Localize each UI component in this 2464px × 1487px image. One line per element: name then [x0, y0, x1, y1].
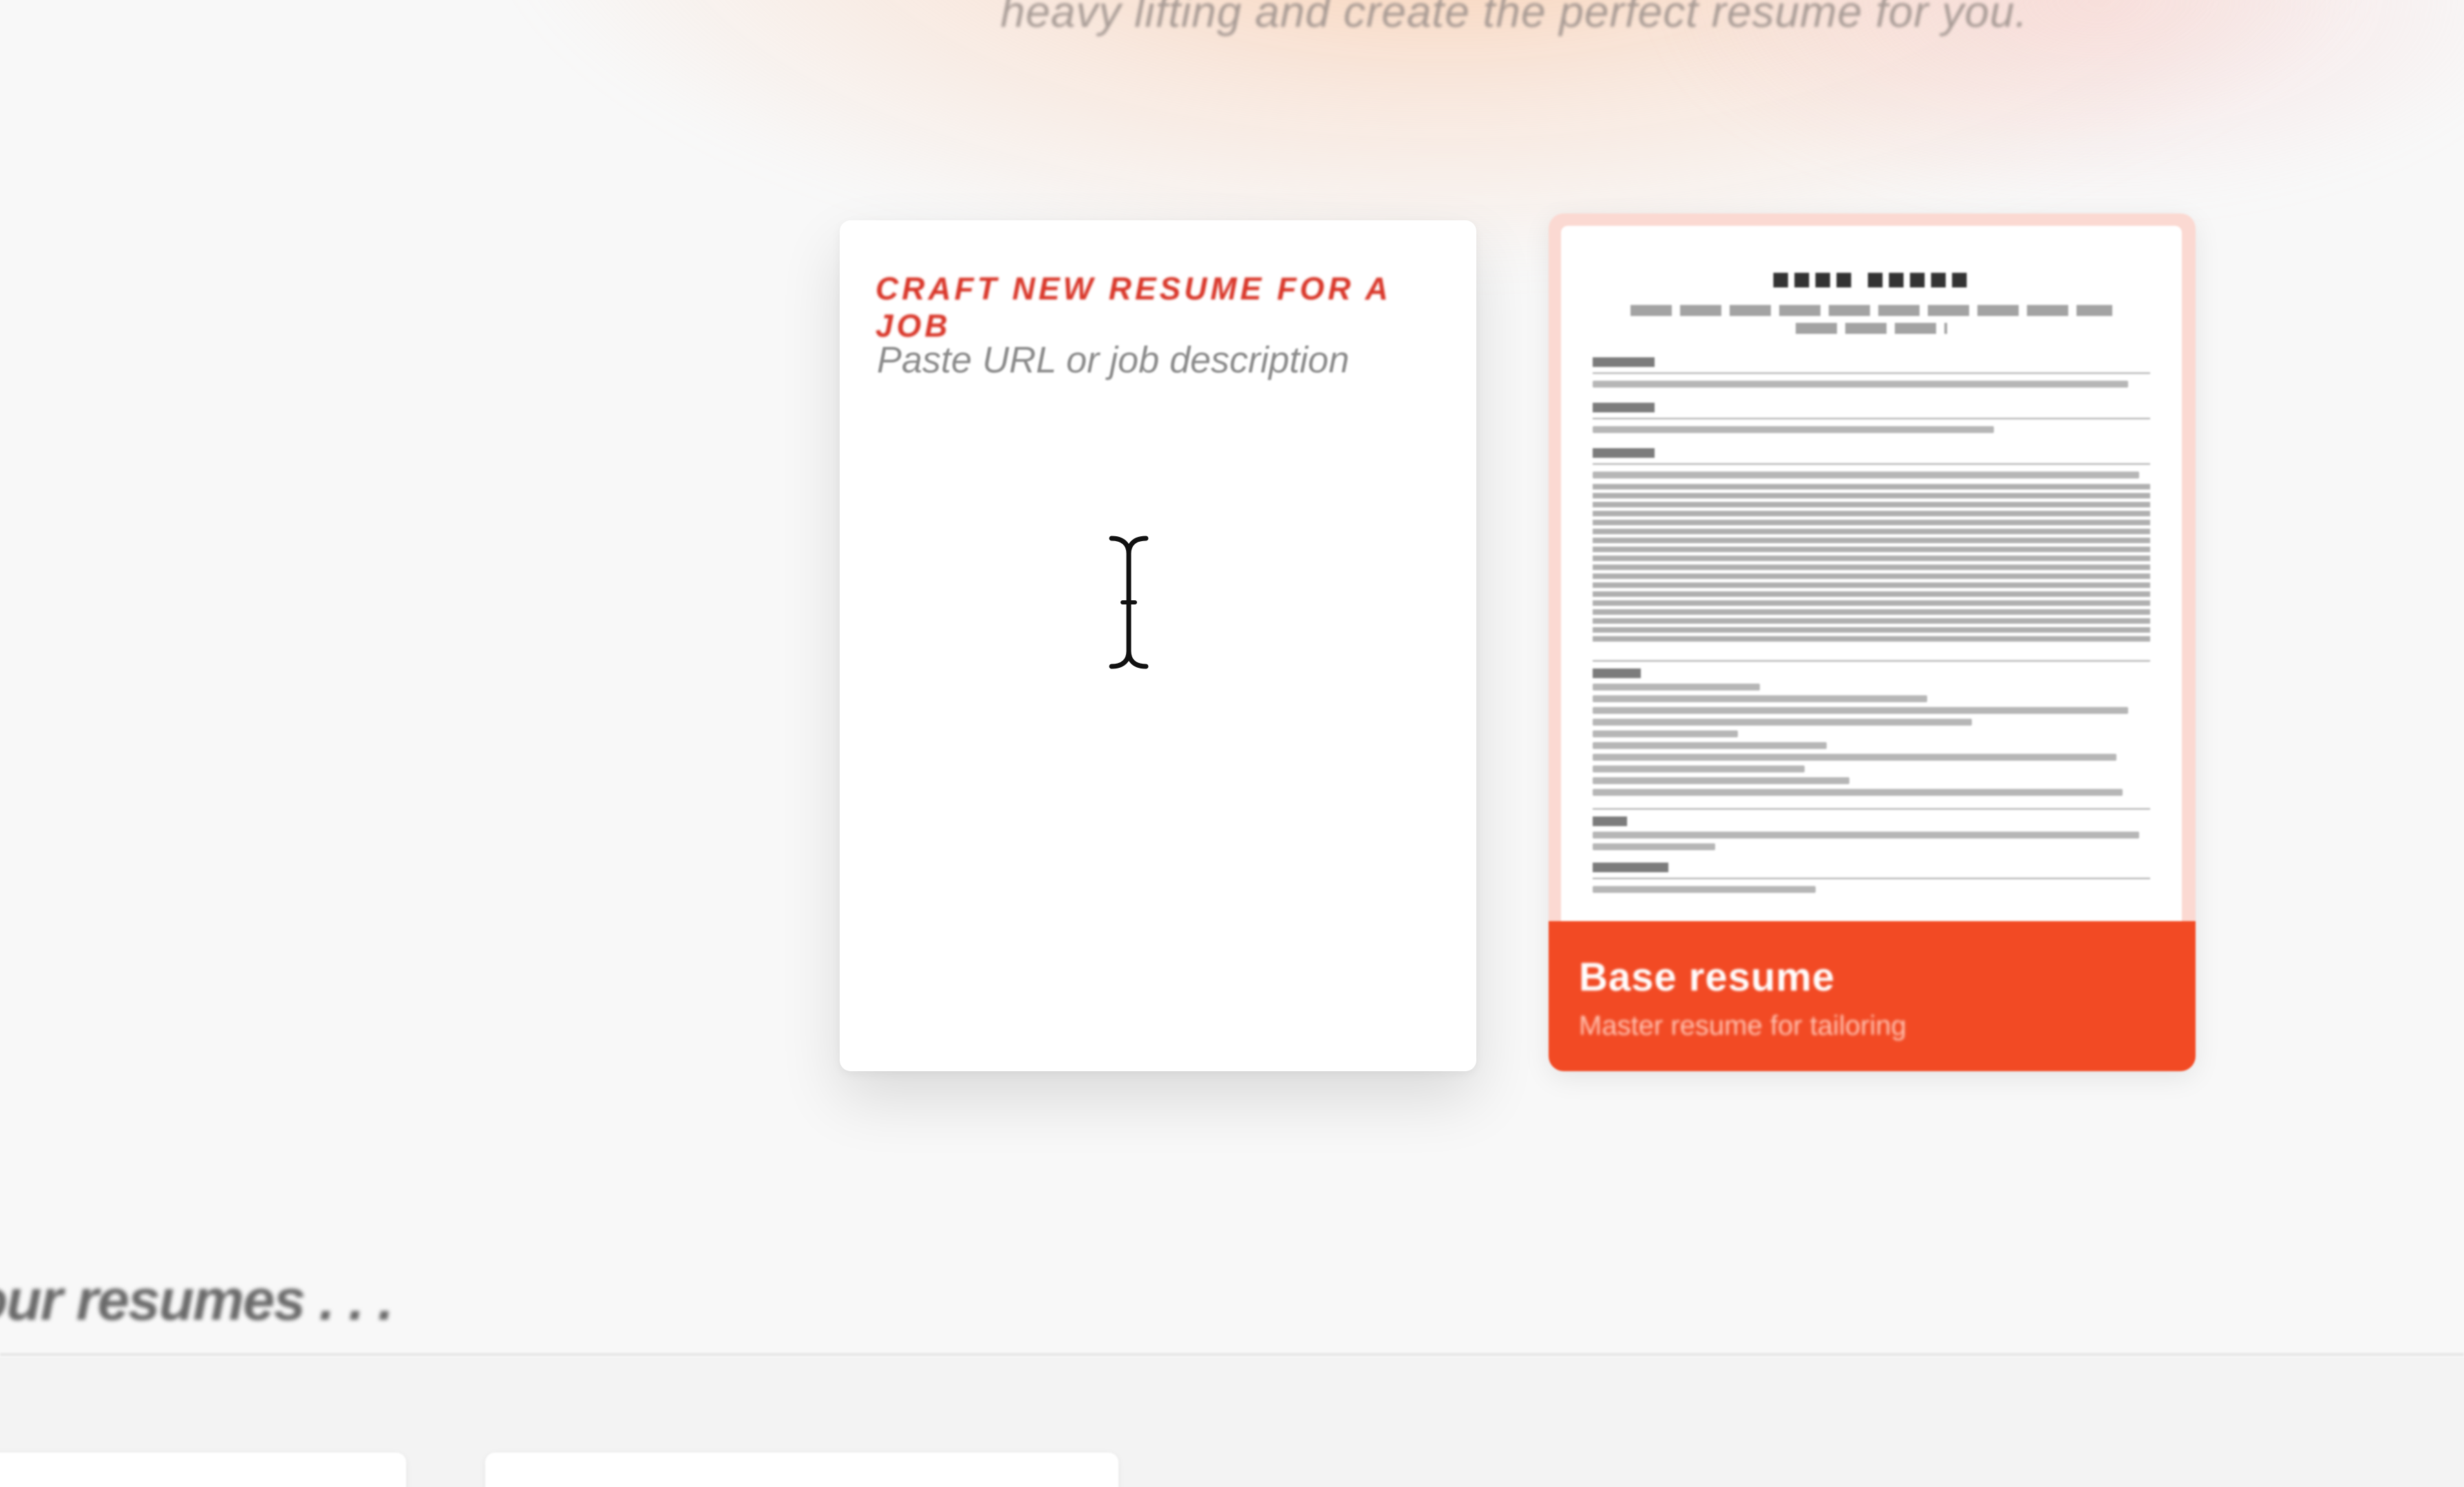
resume-preview-section	[1593, 403, 2150, 433]
base-resume-subtitle: Master resume for tailoring	[1579, 1011, 1907, 1041]
base-resume-band: Base resume Master resume for tailoring	[1549, 921, 2196, 1071]
resume-preview-section	[1593, 808, 2150, 850]
text-cursor-icon	[1098, 530, 1160, 675]
page: heavy lifting and create the perfect res…	[0, 0, 2464, 1487]
resume-preview-section	[1593, 448, 2150, 642]
resume-list-item[interactable]	[0, 1453, 406, 1487]
resume-preview-section	[1593, 357, 2150, 388]
resume-list-item[interactable]	[485, 1453, 1118, 1487]
hero-subtitle: heavy lifting and create the perfect res…	[1000, 0, 2028, 36]
resume-preview-contact	[1631, 305, 2112, 316]
resume-preview-contact-2	[1796, 323, 1947, 334]
section-divider	[0, 1353, 2464, 1356]
base-resume-title: Base resume	[1579, 955, 1836, 1000]
resume-preview-name: ■■■■ ■■■■■	[1771, 262, 1972, 296]
resume-preview-section	[1593, 660, 2150, 796]
resume-preview: ■■■■ ■■■■■	[1561, 226, 2182, 942]
your-resumes-heading: our resumes . . .	[0, 1267, 394, 1332]
base-resume-card[interactable]: ■■■■ ■■■■■ Base resume Master resume for…	[1549, 213, 2196, 1071]
job-description-input[interactable]	[875, 337, 1443, 1029]
craft-resume-card-title: CRAFT NEW RESUME FOR A JOB	[875, 271, 1391, 344]
resume-preview-section	[1593, 863, 2150, 893]
